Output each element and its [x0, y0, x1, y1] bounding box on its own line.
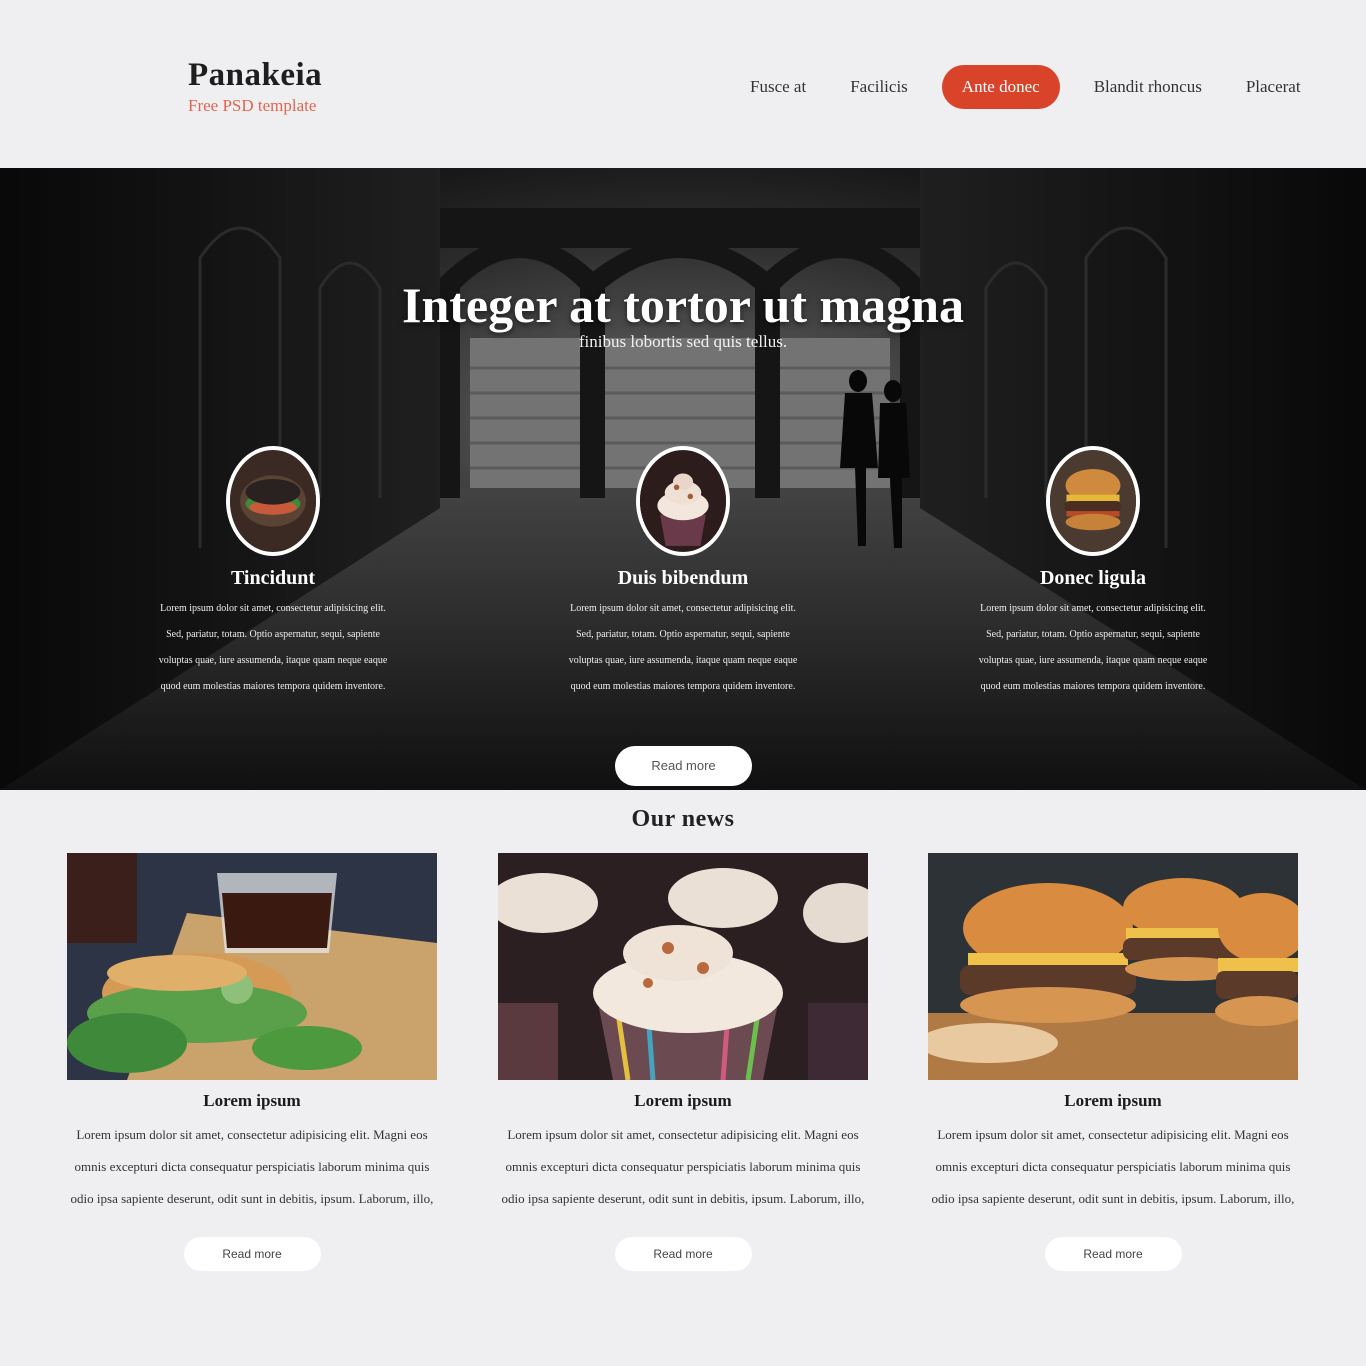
card-text: Lorem ipsum dolor sit amet, consectetur … — [501, 1127, 865, 1206]
sandwich-coffee-image[interactable] — [67, 853, 437, 1080]
logo-subtitle: Free PSD template — [188, 96, 317, 115]
feature-title: Duis bibendum — [617, 567, 749, 589]
feature-duis-bibendum: Duis bibendum Lorem ipsum dolor sit amet… — [563, 446, 803, 700]
news-card: Lorem ipsum Lorem ipsum dolor sit amet, … — [928, 853, 1298, 1271]
read-more-button[interactable]: Read more — [183, 1237, 321, 1271]
feature-title: Tincidunt — [230, 567, 316, 589]
site-header: Panakeia Free PSD template Fusce at Faci… — [0, 0, 1366, 168]
feature-text: Lorem ipsum dolor sit amet, consectetur … — [158, 603, 388, 692]
main-nav: Fusce at Facilicis Ante donec Blandit rh… — [728, 65, 1323, 109]
card-title: Lorem ipsum — [1064, 1091, 1162, 1110]
cupcake-image — [636, 446, 730, 556]
card-title: Lorem ipsum — [634, 1091, 732, 1110]
nav-item-facilicis[interactable]: Facilicis — [828, 65, 930, 109]
hero-read-more-button[interactable]: Read more — [615, 746, 752, 786]
sandwich-image — [226, 446, 320, 556]
feature-tincidunt: Tincidunt Lorem ipsum dolor sit amet, co… — [153, 446, 393, 700]
nav-item-fusce-at[interactable]: Fusce at — [728, 65, 828, 109]
nav-item-placerat[interactable]: Placerat — [1224, 65, 1323, 109]
logo[interactable]: Panakeia Free PSD template — [188, 56, 322, 116]
read-more-button[interactable]: Read more — [614, 1237, 752, 1271]
news-card: Lorem ipsum Lorem ipsum dolor sit amet, … — [498, 853, 868, 1271]
logo-title[interactable]: Panakeia — [188, 56, 322, 94]
hero-section: Integer at tortor ut magna finibus lobor… — [0, 168, 1366, 790]
card-text: Lorem ipsum dolor sit amet, consectetur … — [70, 1127, 434, 1206]
feature-title: Donec ligula — [1039, 567, 1147, 589]
hero-subtitle: finibus lobortis sed quis tellus. — [578, 332, 788, 351]
news-section-title: Our news — [631, 806, 735, 832]
card-text: Lorem ipsum dolor sit amet, consectetur … — [931, 1127, 1295, 1206]
card-title: Lorem ipsum — [203, 1091, 301, 1110]
feature-text: Lorem ipsum dolor sit amet, consectetur … — [978, 603, 1208, 692]
nav-item-blandit-rhoncus[interactable]: Blandit rhoncus — [1072, 65, 1224, 109]
feature-donec-ligula: Donec ligula Lorem ipsum dolor sit amet,… — [973, 446, 1213, 700]
news-card: Lorem ipsum Lorem ipsum dolor sit amet, … — [67, 853, 437, 1271]
nav-item-ante-donec[interactable]: Ante donec — [941, 65, 1060, 109]
hero-title: Integer at tortor ut magna — [402, 277, 964, 333]
burger-image — [1046, 446, 1140, 556]
cupcakes-image[interactable] — [498, 853, 868, 1080]
feature-text: Lorem ipsum dolor sit amet, consectetur … — [568, 603, 798, 692]
burgers-image[interactable] — [928, 853, 1298, 1080]
read-more-button[interactable]: Read more — [1044, 1237, 1182, 1271]
